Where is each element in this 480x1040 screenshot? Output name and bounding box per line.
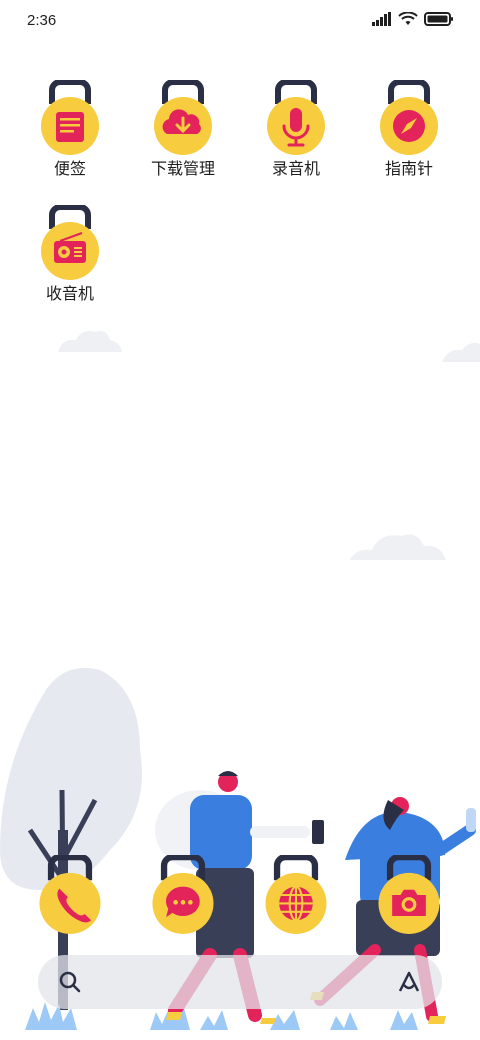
app-label: 收音机 (45, 286, 94, 303)
signal-icon (372, 12, 391, 26)
message-icon (152, 853, 214, 934)
cloud-download-icon (154, 80, 212, 155)
app-radio[interactable]: 收音机 (20, 205, 120, 305)
app-label: 录音机 (271, 161, 320, 178)
browser-icon (265, 853, 327, 934)
status-time: 2:36 (27, 12, 57, 29)
app-label: 便签 (53, 161, 86, 178)
app-label: 下载管理 (150, 161, 215, 178)
dock-camera[interactable] (373, 853, 445, 935)
app-compass[interactable]: 指南针 (359, 80, 459, 180)
dock-browser[interactable] (260, 853, 332, 935)
phone-icon (39, 853, 101, 934)
status-bar: 2:36 (0, 0, 480, 44)
app-recorder[interactable]: 录音机 (246, 80, 346, 180)
app-download-manager[interactable]: 下载管理 (133, 80, 233, 180)
search-icon[interactable] (58, 970, 82, 994)
cloud (350, 534, 446, 560)
microphone-icon (267, 80, 325, 155)
dock-phone[interactable] (34, 853, 106, 935)
radio-icon (41, 205, 99, 280)
app-label: 指南针 (384, 161, 433, 178)
wifi-icon (398, 12, 418, 25)
camera-icon (378, 853, 440, 934)
cloud (58, 331, 122, 352)
search-bar[interactable] (38, 955, 442, 1009)
dock-messages[interactable] (147, 853, 219, 935)
app-notes[interactable]: 便签 (20, 80, 120, 180)
compass-icon (380, 80, 438, 155)
cloud (442, 342, 480, 362)
assistant-icon[interactable] (396, 969, 422, 995)
note-icon (41, 80, 99, 155)
battery-icon (424, 12, 453, 26)
status-icons (372, 12, 454, 26)
